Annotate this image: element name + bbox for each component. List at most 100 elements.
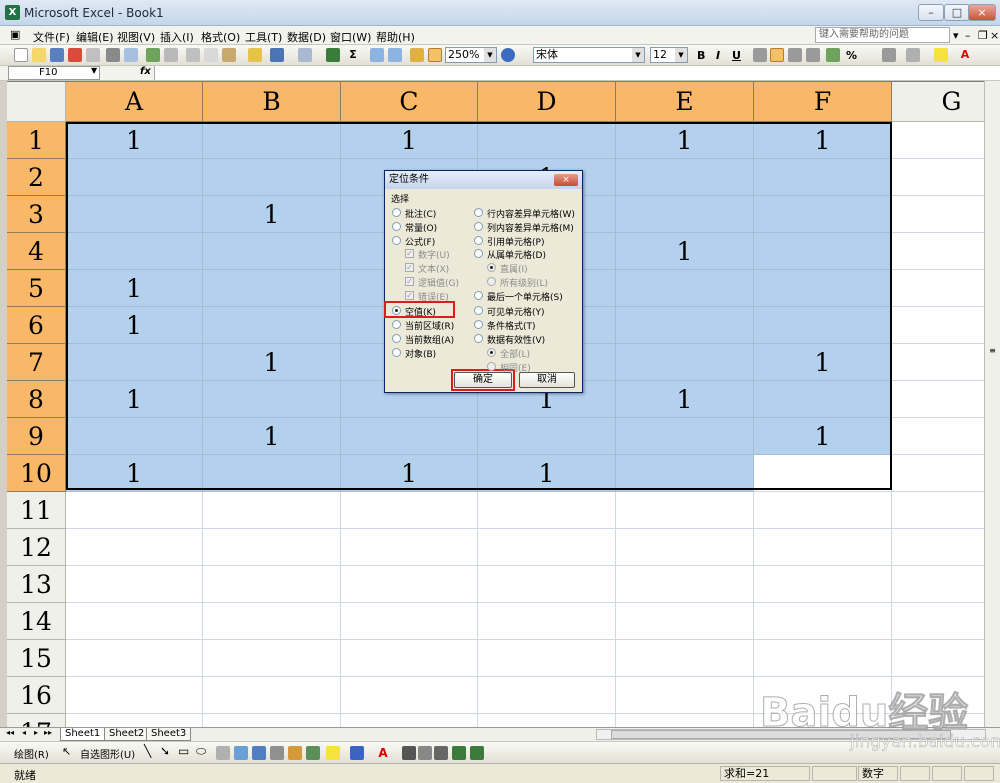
row-header-6[interactable]: 6 (7, 307, 66, 344)
row-header-13[interactable]: 13 (7, 566, 66, 603)
cell-f1[interactable]: 1 (754, 122, 892, 159)
menu-window[interactable]: 窗口(W) (330, 29, 371, 45)
option-label-right-8[interactable]: 条件格式(T) (487, 319, 536, 332)
option-label-left-2[interactable]: 公式(F) (405, 235, 435, 248)
cell-e11[interactable] (616, 492, 754, 529)
radio-right-1[interactable] (474, 222, 483, 231)
scroll-thumb[interactable] (611, 730, 951, 739)
draw-font-color-icon[interactable]: A (376, 746, 390, 760)
radio-left-10[interactable] (392, 348, 401, 357)
help-search-input[interactable]: 键入需要帮助的问题 (815, 27, 950, 43)
cell-d10[interactable]: 1 (478, 455, 616, 492)
option-label-left-9[interactable]: 当前数组(A) (405, 333, 454, 346)
cell-a4[interactable] (66, 233, 203, 270)
redo-icon[interactable] (298, 48, 312, 62)
zoom-select[interactable]: 250% ▼ (445, 47, 497, 63)
cell-f2[interactable] (754, 159, 892, 196)
cell-g4[interactable] (892, 233, 993, 270)
cell-b10[interactable] (203, 455, 341, 492)
cell-b14[interactable] (203, 603, 341, 640)
cell-d1[interactable] (478, 122, 616, 159)
formula-input[interactable] (154, 66, 1000, 80)
percent-button[interactable]: % (846, 49, 857, 62)
picture-icon[interactable] (288, 746, 302, 760)
shadow-style-icon[interactable] (452, 746, 466, 760)
select-objects-icon[interactable]: ↖ (62, 745, 71, 758)
option-label-left-8[interactable]: 当前区域(R) (405, 319, 454, 332)
option-label-left-10[interactable]: 对象(B) (405, 347, 436, 360)
font-size-select[interactable]: 12 ▼ (650, 47, 688, 63)
column-header-a[interactable]: A (66, 82, 203, 122)
prev-sheet-icon[interactable]: ◂ (22, 728, 26, 737)
cell-f14[interactable] (754, 603, 892, 640)
column-header-d[interactable]: D (478, 82, 616, 122)
sort-ascending-icon[interactable] (370, 48, 384, 62)
column-header-f[interactable]: F (754, 82, 892, 122)
first-sheet-icon[interactable]: ◂◂ (6, 728, 14, 737)
fx-icon[interactable]: fx (140, 66, 151, 77)
radio-right-0[interactable] (474, 208, 483, 217)
option-label-right-0[interactable]: 行内容差异单元格(W) (487, 207, 575, 220)
row-header-1[interactable]: 1 (7, 122, 66, 159)
radio-right-9[interactable] (474, 334, 483, 343)
option-label-right-7[interactable]: 可见单元格(Y) (487, 305, 545, 318)
cell-g11[interactable] (892, 492, 993, 529)
email-icon[interactable] (86, 48, 100, 62)
cell-e14[interactable] (616, 603, 754, 640)
cell-c13[interactable] (341, 566, 478, 603)
row-header-16[interactable]: 16 (7, 677, 66, 714)
cell-a11[interactable] (66, 492, 203, 529)
merge-center-icon[interactable] (806, 48, 820, 62)
cut-icon[interactable] (186, 48, 200, 62)
oval-icon[interactable]: ⬭ (196, 744, 206, 759)
permission-icon[interactable] (68, 48, 82, 62)
borders-icon[interactable] (906, 48, 920, 62)
cell-g3[interactable] (892, 196, 993, 233)
cell-a2[interactable] (66, 159, 203, 196)
line-icon[interactable]: ╲ (144, 744, 151, 758)
arrow-icon[interactable]: ➘ (160, 744, 170, 758)
cell-c12[interactable] (341, 529, 478, 566)
cell-a17[interactable] (66, 714, 203, 727)
cell-a6[interactable]: 1 (66, 307, 203, 344)
cell-a5[interactable]: 1 (66, 270, 203, 307)
cell-g9[interactable] (892, 418, 993, 455)
cell-d15[interactable] (478, 640, 616, 677)
font-color-icon[interactable]: A (958, 48, 972, 62)
cell-f5[interactable] (754, 270, 892, 307)
column-header-g[interactable]: G (892, 82, 993, 122)
sort-descending-icon[interactable] (388, 48, 402, 62)
cell-f16[interactable] (754, 677, 892, 714)
cell-f3[interactable] (754, 196, 892, 233)
option-label-left-1[interactable]: 常量(O) (405, 221, 437, 234)
cell-g17[interactable] (892, 714, 993, 727)
cell-e13[interactable] (616, 566, 754, 603)
cell-f11[interactable] (754, 492, 892, 529)
row-header-15[interactable]: 15 (7, 640, 66, 677)
cell-e2[interactable] (616, 159, 754, 196)
cell-f17[interactable] (754, 714, 892, 727)
cell-a7[interactable] (66, 344, 203, 381)
cell-b12[interactable] (203, 529, 341, 566)
drawing-icon[interactable] (428, 48, 442, 62)
insert-picture-icon[interactable] (306, 746, 320, 760)
menu-tools[interactable]: 工具(T) (245, 29, 282, 45)
radio-right-2[interactable] (474, 236, 483, 245)
line-color-icon[interactable] (350, 746, 364, 760)
last-sheet-icon[interactable]: ▸▸ (44, 728, 52, 737)
undo-icon[interactable] (270, 48, 284, 62)
sheet-tab-2[interactable]: Sheet2 (104, 728, 150, 741)
option-label-right-2[interactable]: 引用单元格(P) (487, 235, 544, 248)
cell-e4[interactable]: 1 (616, 233, 754, 270)
cell-e3[interactable] (616, 196, 754, 233)
print-icon[interactable] (106, 48, 120, 62)
help-icon[interactable] (501, 48, 515, 62)
cell-f7[interactable]: 1 (754, 344, 892, 381)
arrow-style-icon[interactable] (434, 746, 448, 760)
wordart-icon[interactable] (234, 746, 248, 760)
doc-close-button[interactable]: × (990, 29, 999, 42)
dialog-close-button[interactable]: × (554, 174, 578, 186)
cell-a9[interactable] (66, 418, 203, 455)
doc-restore-button[interactable]: ❐ (978, 29, 988, 42)
bold-button[interactable]: B (697, 49, 705, 62)
